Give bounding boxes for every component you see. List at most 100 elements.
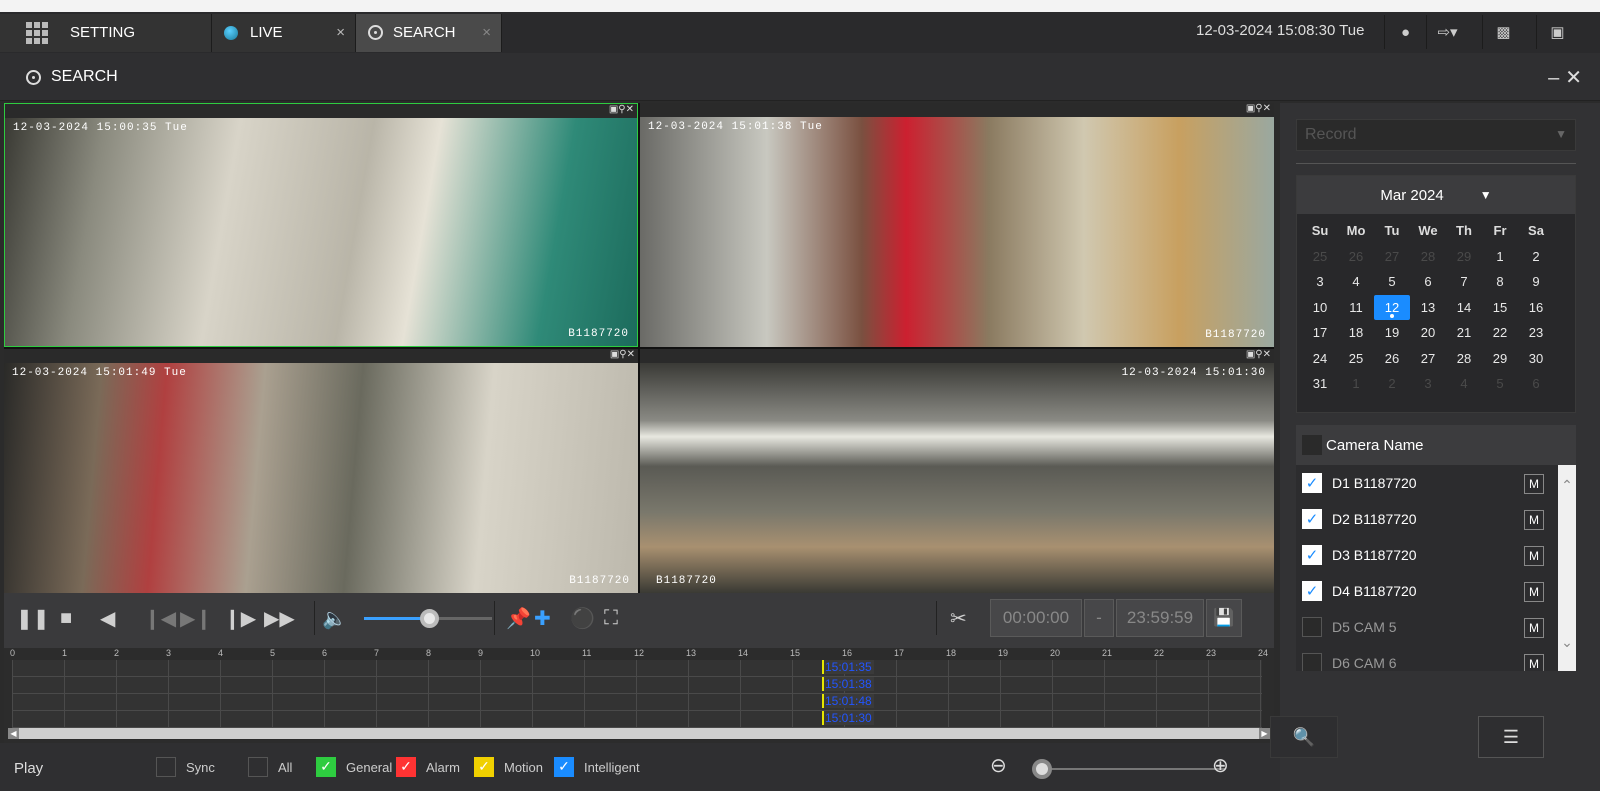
camera-list-scrollbar[interactable]: ⌃ ⌄ (1558, 465, 1576, 671)
calendar-day[interactable]: 19 (1374, 320, 1410, 346)
scroll-left-icon[interactable]: ◀ (8, 728, 19, 739)
calendar-day[interactable]: 28 (1410, 244, 1446, 270)
main-stream-button[interactable]: M (1524, 654, 1544, 671)
zoom-out-icon[interactable]: ⊖ (990, 753, 1007, 778)
camera-row[interactable]: D6 CAM 6 M (1296, 645, 1576, 671)
save-clip-icon[interactable]: 💾 (1206, 599, 1242, 637)
calendar-day[interactable]: 6 (1410, 269, 1446, 295)
fast-forward-icon[interactable]: ▶▶ (264, 603, 295, 633)
calendar-day[interactable]: 20 (1410, 320, 1446, 346)
filter-0[interactable]: Sync (156, 757, 215, 777)
camera-row[interactable]: D5 CAM 5 M (1296, 609, 1576, 645)
calendar-day[interactable]: 31 (1302, 371, 1338, 397)
volume-slider[interactable] (364, 609, 492, 628)
slow-play-icon[interactable]: ❙▶ (224, 603, 256, 633)
calendar-day[interactable]: 26 (1338, 244, 1374, 270)
filter-checkbox[interactable] (156, 757, 176, 777)
zoom-slider[interactable] (1040, 768, 1225, 770)
cell-tools-icon[interactable]: ▣⚲✕ (610, 349, 635, 360)
filter-checkbox[interactable]: ✓ (474, 757, 494, 777)
month-dropdown-icon[interactable]: ▼ (1480, 188, 1492, 202)
tab-live[interactable]: LIVE × (212, 13, 356, 52)
main-stream-button[interactable]: M (1524, 582, 1544, 602)
human-detect-icon[interactable]: ⚫ (570, 603, 595, 633)
timeline-grid[interactable]: 15:01:35 15:01:38 15:01:48 15:01:30 (12, 660, 1262, 728)
zoom-knob[interactable] (1032, 759, 1052, 779)
pause-icon[interactable]: ❚❚ (16, 603, 50, 633)
filter-4[interactable]: ✓ Motion (474, 757, 543, 777)
video-cell-4[interactable]: ▣⚲✕ 12-03-2024 15:01:30 B1187720 (640, 349, 1274, 593)
camera-row[interactable]: ✓ D3 B1187720 M (1296, 537, 1576, 573)
filter-5[interactable]: ✓ Intelligent (554, 757, 640, 777)
display-icon[interactable]: ▣ (1536, 15, 1578, 49)
stop-icon[interactable]: ■ (60, 603, 72, 633)
calendar-day[interactable]: 25 (1302, 244, 1338, 270)
cell-tools-icon[interactable]: ▣⚲✕ (609, 104, 634, 115)
tab-setting[interactable]: SETTING (0, 13, 212, 52)
clip-end-time[interactable]: 23:59:59 (1116, 599, 1204, 637)
calendar-day[interactable]: 25 (1338, 346, 1374, 372)
calendar-day[interactable]: 2 (1374, 371, 1410, 397)
clip-scissors-icon[interactable]: ✂ (950, 603, 967, 633)
logout-icon[interactable]: ⇨▾ (1426, 15, 1468, 49)
video-cell-1[interactable]: ▣⚲✕ 12-03-2024 15:00:35 Tue B1187720 (4, 103, 638, 347)
camera-checkbox[interactable]: ✓ (1302, 509, 1322, 529)
calendar-day[interactable]: 27 (1374, 244, 1410, 270)
filter-checkbox[interactable] (248, 757, 268, 777)
calendar-day[interactable]: 5 (1374, 269, 1410, 295)
camera-checkbox[interactable] (1302, 653, 1322, 671)
qr-code-icon[interactable]: ▩ (1482, 15, 1524, 49)
calendar-day[interactable]: 1 (1338, 371, 1374, 397)
filter-checkbox[interactable]: ✓ (554, 757, 574, 777)
calendar-day[interactable]: 26 (1374, 346, 1410, 372)
user-icon[interactable]: ● (1384, 15, 1426, 49)
calendar-day[interactable]: 28 (1446, 346, 1482, 372)
calendar-day[interactable]: 1 (1482, 244, 1518, 270)
video-cell-2[interactable]: ▣⚲✕ 12-03-2024 15:01:38 Tue B1187720 (640, 103, 1274, 347)
close-tab-live-icon[interactable]: × (336, 24, 345, 41)
record-type-select[interactable]: Record ▼ (1296, 119, 1576, 151)
calendar-day[interactable]: 14 (1446, 295, 1482, 321)
main-stream-button[interactable]: M (1524, 474, 1544, 494)
cell-tools-icon[interactable]: ▣⚲✕ (1246, 349, 1271, 360)
calendar-day[interactable]: 2 (1518, 244, 1554, 270)
calendar-day[interactable]: 16 (1518, 295, 1554, 321)
camera-checkbox[interactable]: ✓ (1302, 581, 1322, 601)
record-marker[interactable]: 15:01:38 (822, 677, 874, 691)
volume-knob[interactable] (420, 609, 439, 628)
calendar-day[interactable]: 24 (1302, 346, 1338, 372)
calendar-day[interactable]: 21 (1446, 320, 1482, 346)
calendar-day[interactable]: 6 (1518, 371, 1554, 397)
camera-checkbox[interactable]: ✓ (1302, 545, 1322, 565)
select-all-checkbox[interactable] (1302, 435, 1322, 455)
filter-checkbox[interactable]: ✓ (316, 757, 336, 777)
close-icon[interactable]: ✕ (1565, 67, 1588, 89)
record-marker[interactable]: 15:01:35 (822, 660, 874, 674)
filter-2[interactable]: ✓ General (316, 757, 392, 777)
tag-pin-icon[interactable]: 📌 (506, 603, 531, 633)
calendar-day[interactable]: 4 (1446, 371, 1482, 397)
cell-tools-icon[interactable]: ▣⚲✕ (1246, 103, 1271, 114)
calendar-day[interactable]: 7 (1446, 269, 1482, 295)
calendar-day[interactable]: 23 (1518, 320, 1554, 346)
calendar-day[interactable]: 9 (1518, 269, 1554, 295)
fullscreen-icon[interactable]: ⛶ (604, 603, 618, 633)
calendar-day[interactable]: 30 (1518, 346, 1554, 372)
filter-checkbox[interactable]: ✓ (396, 757, 416, 777)
camera-row[interactable]: ✓ D1 B1187720 M (1296, 465, 1576, 501)
calendar-day[interactable]: 15 (1482, 295, 1518, 321)
calendar-day[interactable]: 22 (1482, 320, 1518, 346)
calendar-day[interactable]: 27 (1410, 346, 1446, 372)
camera-checkbox[interactable]: ✓ (1302, 473, 1322, 493)
smart-search-icon[interactable]: ✚ (534, 603, 551, 633)
scroll-right-icon[interactable]: ▶ (1259, 728, 1270, 739)
record-marker[interactable]: 15:01:30 (822, 711, 874, 725)
record-marker[interactable]: 15:01:48 (822, 694, 874, 708)
reverse-play-icon[interactable]: ◀ (100, 603, 115, 633)
calendar-day[interactable]: 29 (1482, 346, 1518, 372)
main-stream-button[interactable]: M (1524, 546, 1544, 566)
calendar-day[interactable]: 3 (1302, 269, 1338, 295)
calendar-day[interactable]: 11 (1338, 295, 1374, 321)
video-cell-3[interactable]: ▣⚲✕ 12-03-2024 15:01:49 Tue B1187720 (4, 349, 638, 593)
smart-search-button[interactable]: 🔍 (1270, 716, 1338, 758)
